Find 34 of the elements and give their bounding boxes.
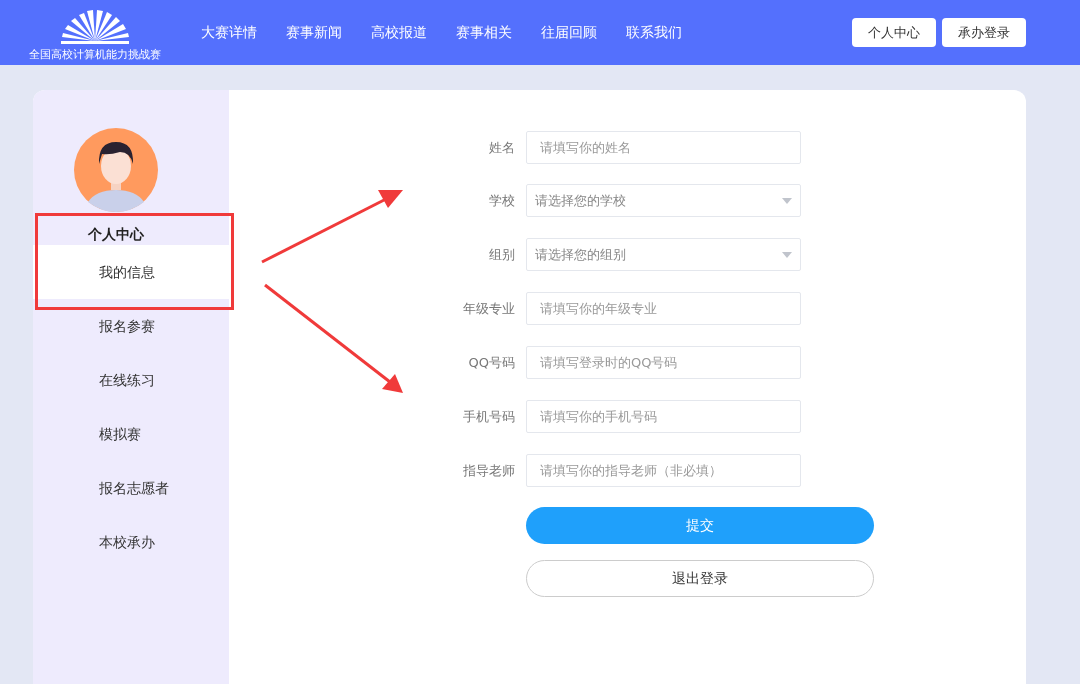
caret-icon [782,197,792,204]
select-field[interactable]: 请选择您的学校 [526,184,801,217]
sidebar-title: 个人中心 [87,225,145,244]
input-field[interactable]: 请填写登录时的QQ号码 [526,346,801,379]
header-button[interactable]: 个人中心 [852,18,936,47]
input-field[interactable]: 请填写你的指导老师（非必填） [526,454,801,487]
logout-button[interactable]: 退出登录 [526,560,874,597]
sidebar-item[interactable]: 在线练习 [33,353,229,407]
sidebar-item[interactable]: 模拟赛 [33,407,229,461]
nav-link[interactable]: 高校报道 [360,23,438,42]
nav-link[interactable]: 赛事相关 [445,23,523,42]
field-label: 年级专业 [462,299,515,318]
logo-text: 全国高校计算机能力挑战赛 [29,47,161,62]
sidebar-item[interactable]: 报名志愿者 [33,461,229,515]
sidebar-item[interactable]: 报名参赛 [33,299,229,353]
field-label: 组别 [488,245,515,264]
sidebar-item[interactable]: 本校承办 [33,515,229,569]
avatar-icon [74,128,158,212]
field-label: QQ号码 [467,353,515,372]
nav-link[interactable]: 赛事新闻 [275,23,353,42]
input-field[interactable]: 请填写你的姓名 [526,131,801,164]
sidebar-item[interactable]: 我的信息 [33,245,229,299]
input-field[interactable]: 请填写你的手机号码 [526,400,801,433]
nav-link[interactable]: 联系我们 [615,23,693,42]
input-field[interactable]: 请填写你的年级专业 [526,292,801,325]
nav-link[interactable]: 往届回顾 [530,23,608,42]
select-field[interactable]: 请选择您的组别 [526,238,801,271]
caret-icon [782,251,792,258]
field-label: 指导老师 [462,461,515,480]
header-button[interactable]: 承办登录 [942,18,1026,47]
nav-link[interactable]: 大赛详情 [190,23,268,42]
field-label: 学校 [488,191,515,210]
field-label: 手机号码 [462,407,515,426]
field-label: 姓名 [488,138,515,157]
